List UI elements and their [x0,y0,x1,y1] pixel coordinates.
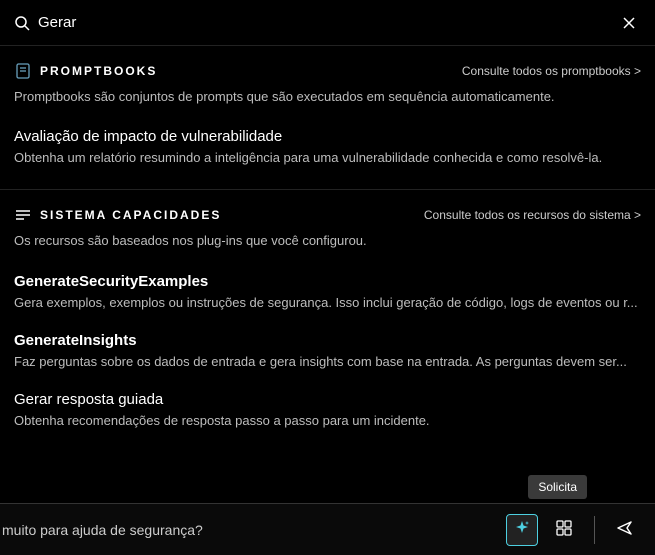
footer-actions [506,514,641,546]
sparkle-icon [513,519,531,540]
promptbooks-section: PROMPTBOOKS Consulte todos os promptbook… [0,46,655,190]
promptbook-icon [14,62,32,80]
results-content: PROMPTBOOKS Consulte todos os promptbook… [0,46,655,503]
list-icon [14,206,32,224]
prompts-button[interactable] [506,514,538,546]
divider [594,516,595,544]
see-all-system-link[interactable]: Consulte todos os recursos do sistema > [424,208,641,222]
promptbooks-title: PROMPTBOOKS [40,64,157,78]
result-desc: Faz perguntas sobre os dados de entrada … [14,353,641,371]
system-result-item[interactable]: Gerar resposta guiada Obtenha recomendaç… [14,383,641,442]
result-desc: Obtenha recomendações de resposta passo … [14,412,641,430]
result-desc: Gera exemplos, exemplos ou instruções de… [14,294,641,312]
system-desc: Os recursos são baseados nos plug-ins qu… [14,232,641,250]
system-capabilities-section: SISTEMA CAPACIDADES Consulte todos os re… [0,190,655,452]
footer-prompt-text: muito para ajuda de segurança? [0,522,203,538]
search-input[interactable] [38,14,609,31]
grid-icon [555,519,573,540]
apps-button[interactable] [548,514,580,546]
send-button[interactable] [609,514,641,546]
promptbooks-desc: Promptbooks são conjuntos de prompts que… [14,88,641,106]
promptbooks-header: PROMPTBOOKS Consulte todos os promptbook… [14,62,641,80]
result-title: GenerateSecurityExamples [14,273,641,290]
system-title: SISTEMA CAPACIDADES [40,208,221,222]
system-header: SISTEMA CAPACIDADES Consulte todos os re… [14,206,641,224]
system-result-item[interactable]: GenerateInsights Faz perguntas sobre os … [14,324,641,383]
result-title: Gerar resposta guiada [14,391,641,408]
result-title: GenerateInsights [14,332,641,349]
result-desc: Obtenha um relatório resumindo a intelig… [14,149,641,167]
tooltip: Solicita [528,475,587,499]
search-icon [14,15,30,31]
promptbook-result-item[interactable]: Avaliação de impacto de vulnerabilidade … [14,120,641,179]
see-all-promptbooks-link[interactable]: Consulte todos os promptbooks > [462,64,641,78]
system-result-item[interactable]: GenerateSecurityExamples Gera exemplos, … [14,265,641,324]
search-bar [0,0,655,46]
clear-search-button[interactable] [617,11,641,35]
footer-bar: muito para ajuda de segurança? [0,503,655,555]
send-icon [616,519,634,540]
result-title: Avaliação de impacto de vulnerabilidade [14,128,641,145]
